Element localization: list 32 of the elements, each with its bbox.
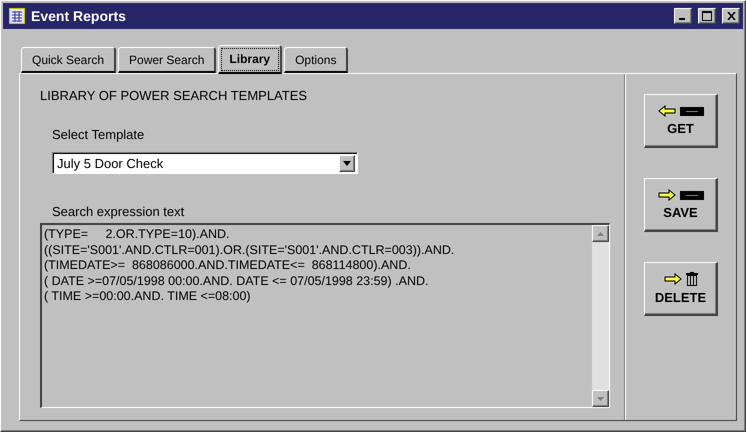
drive-icon (680, 106, 704, 116)
window-title: Event Reports (31, 8, 127, 24)
delete-button[interactable]: DELETE (644, 262, 718, 316)
down-triangle-icon (597, 396, 604, 400)
get-button[interactable]: GET (644, 94, 718, 148)
template-dropdown[interactable]: July 5 Door Check (52, 152, 358, 174)
right-arrow-icon (658, 189, 676, 201)
expression-text-area[interactable]: (TYPE= 2.OR.TYPE=10).AND. ((SITE='S001'.AND.CTLR=001).OR.(SITE='S001'.AND.CTLR=003)).AND. (TIMEDATE>= 868086000.AND.TIMEDATE<= 868114800).AND. ( DATE >=07/05/1998 00:00.AND. DATE <= 07/05/1998 23:59) .AND. ( TIME >=00:00.AND. TIME <=08:00) (40, 223, 610, 408)
save-button[interactable]: SAVE (644, 178, 718, 232)
left-arrow-icon (658, 105, 676, 117)
scroll-down-button[interactable] (592, 390, 609, 407)
tab[interactable]: Library (218, 45, 282, 74)
dropdown-button[interactable] (339, 154, 355, 172)
maximize-icon (702, 11, 712, 21)
trash-icon (686, 272, 698, 286)
maximize-button[interactable] (698, 8, 716, 24)
field-label: Select Template (52, 127, 146, 142)
close-icon (726, 12, 736, 20)
close-button[interactable] (722, 8, 740, 24)
up-triangle-icon (597, 232, 604, 236)
minimize-button[interactable] (674, 8, 692, 24)
right-arrow-icon (664, 273, 682, 285)
scroll-up-button[interactable] (592, 225, 609, 242)
app-icon (9, 8, 25, 24)
scrollbar[interactable] (592, 225, 609, 407)
down-triangle-icon (343, 160, 351, 166)
tab[interactable]: Options (284, 47, 348, 73)
tab[interactable]: Power Search (118, 47, 216, 73)
tab[interactable]: Quick Search (21, 47, 116, 73)
field-label: Search expression text (52, 204, 186, 219)
section-heading: LIBRARY OF POWER SEARCH TEMPLATES (40, 88, 308, 103)
drive-icon (680, 190, 704, 200)
